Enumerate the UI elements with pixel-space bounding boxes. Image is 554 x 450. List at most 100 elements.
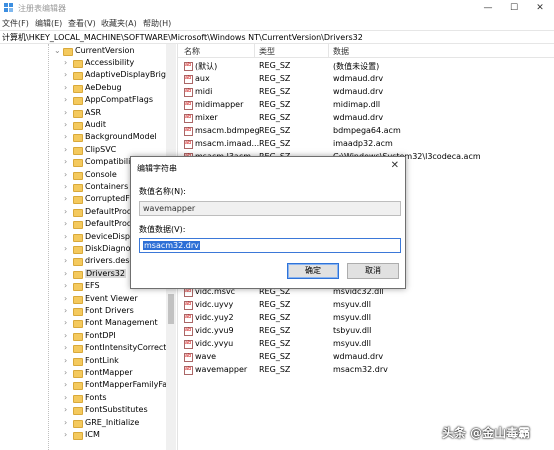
list-row[interactable]: wavemapper REG_SZ msacm32.drv (178, 364, 554, 377)
tree-item[interactable]: › ASR (0, 108, 166, 120)
chevron-right-icon[interactable]: › (64, 120, 67, 129)
string-value-icon (184, 288, 193, 297)
chevron-right-icon[interactable]: › (64, 281, 67, 290)
chevron-right-icon[interactable]: › (64, 368, 67, 377)
chevron-right-icon[interactable]: › (64, 269, 67, 278)
tree-item[interactable]: › ClipSVC (0, 145, 166, 157)
chevron-right-icon[interactable]: › (64, 232, 67, 241)
value-data-input[interactable]: msacm32.drv (139, 238, 401, 253)
tree-item[interactable]: › Font Drivers (0, 306, 166, 318)
chevron-right-icon[interactable]: › (64, 331, 67, 340)
column-type-header[interactable]: 类型 (259, 46, 275, 57)
tree-item[interactable]: › Font Management (0, 318, 166, 330)
ok-button[interactable]: 确定 (287, 263, 339, 279)
column-name-header[interactable]: 名称 (184, 46, 200, 57)
chevron-down-icon[interactable]: ⌄ (54, 46, 61, 55)
chevron-right-icon[interactable]: › (64, 132, 67, 141)
tree-item-label: Event Viewer (85, 293, 138, 303)
list-row[interactable]: vidc.uyvy REG_SZ msyuv.dll (178, 299, 554, 312)
menu-favorites[interactable]: 收藏夹(A) (101, 18, 137, 29)
minimize-icon[interactable]: — (475, 0, 501, 16)
tree-item[interactable]: › AeDebug (0, 83, 166, 95)
chevron-right-icon[interactable]: › (64, 170, 67, 179)
chevron-right-icon[interactable]: › (64, 108, 67, 117)
menu-help[interactable]: 帮助(H) (143, 18, 171, 29)
menu-file[interactable]: 文件(F) (2, 18, 29, 29)
chevron-right-icon[interactable]: › (64, 393, 67, 402)
value-name: (默认) (195, 62, 218, 71)
chevron-right-icon[interactable]: › (64, 405, 67, 414)
chevron-right-icon[interactable]: › (64, 294, 67, 303)
address-bar[interactable]: 计算机\HKEY_LOCAL_MACHINE\SOFTWARE\Microsof… (0, 30, 554, 44)
menu-edit[interactable]: 编辑(E) (35, 18, 62, 29)
chevron-right-icon[interactable]: › (64, 256, 67, 265)
tree-item[interactable]: › FontMapper (0, 368, 166, 380)
chevron-right-icon[interactable]: › (64, 182, 67, 191)
maximize-icon[interactable]: ☐ (501, 0, 527, 16)
value-name-text: wavemapper (143, 204, 196, 213)
tree-item[interactable]: › AppCompatFlags (0, 95, 166, 107)
list-row[interactable]: msacm.bdmpegREG_SZ bdmpega64.acm (178, 125, 554, 138)
list-row[interactable]: (默认) REG_SZ (数值未设置) (178, 60, 554, 73)
column-separator[interactable] (254, 44, 255, 58)
list-row[interactable]: mixer REG_SZ wdmaud.drv (178, 112, 554, 125)
list-row[interactable]: midi REG_SZ wdmaud.drv (178, 86, 554, 99)
chevron-right-icon[interactable]: › (64, 95, 67, 104)
tree-item[interactable]: › GRE_Initialize (0, 418, 166, 430)
tree-item[interactable]: › FontLink (0, 356, 166, 368)
tree-item[interactable]: › BackgroundModel (0, 132, 166, 144)
chevron-right-icon[interactable]: › (64, 70, 67, 79)
menu-view[interactable]: 查看(V) (68, 18, 96, 29)
chevron-right-icon[interactable]: › (64, 83, 67, 92)
regedit-icon (4, 3, 13, 12)
chevron-right-icon[interactable]: › (64, 418, 67, 427)
list-row[interactable]: aux REG_SZ wdmaud.drv (178, 73, 554, 86)
cancel-button[interactable]: 取消 (347, 263, 399, 279)
column-separator[interactable] (328, 44, 329, 58)
close-icon[interactable]: ✕ (527, 0, 553, 16)
list-row[interactable]: msacm.imaad...REG_SZ imaadp32.acm (178, 138, 554, 151)
chevron-right-icon[interactable]: › (64, 306, 67, 315)
chevron-right-icon[interactable]: › (64, 219, 67, 228)
tree-item-root[interactable]: ⌄ CurrentVersion (0, 46, 166, 58)
chevron-right-icon[interactable]: › (64, 343, 67, 352)
chevron-right-icon[interactable]: › (64, 318, 67, 327)
tree-item[interactable]: › Event Viewer (0, 294, 166, 306)
list-row[interactable]: vidc.yvyu REG_SZ msyuv.dll (178, 338, 554, 351)
tree-item[interactable]: › AdaptiveDisplayBright (0, 70, 174, 82)
list-header: 名称 类型 数据 (178, 44, 554, 58)
value-data: midimap.dll (333, 100, 381, 109)
value-name: vidc.uyvy (195, 300, 234, 309)
folder-icon (73, 196, 83, 205)
chevron-right-icon[interactable]: › (64, 207, 67, 216)
tree-item[interactable]: › FontSubstitutes (0, 405, 166, 417)
chevron-right-icon[interactable]: › (64, 430, 67, 439)
tree-item[interactable]: › FontDPI (0, 331, 166, 343)
list-row[interactable]: midimapper REG_SZ midimap.dll (178, 99, 554, 112)
chevron-right-icon[interactable]: › (64, 194, 67, 203)
address-path[interactable]: 计算机\HKEY_LOCAL_MACHINE\SOFTWARE\Microsof… (2, 32, 363, 43)
value-data: msyuv.dll (333, 300, 371, 309)
tree-item[interactable]: › FontIntensityCorrectio (0, 343, 174, 355)
chevron-right-icon[interactable]: › (64, 58, 67, 67)
tree-item[interactable]: › Fonts (0, 393, 166, 405)
close-icon[interactable]: ✕ (391, 160, 399, 171)
list-row[interactable]: vidc.yuy2 REG_SZ msyuv.dll (178, 312, 554, 325)
chevron-right-icon[interactable]: › (64, 145, 67, 154)
tree-item[interactable]: › Audit (0, 120, 166, 132)
column-data-header[interactable]: 数据 (333, 46, 349, 57)
watermark: 头条 @金山毒霸 (442, 426, 531, 440)
folder-icon (73, 233, 83, 242)
scrollbar-thumb[interactable] (168, 294, 174, 324)
chevron-right-icon[interactable]: › (64, 380, 67, 389)
chevron-right-icon[interactable]: › (64, 157, 67, 166)
tree-item[interactable]: › FontMapperFamilyFall (0, 380, 172, 392)
list-row[interactable]: vidc.yvu9 REG_SZ tsbyuv.dll (178, 325, 554, 338)
value-data-text[interactable]: msacm32.drv (143, 241, 200, 250)
tree-item[interactable]: › ICM (0, 430, 166, 442)
chevron-right-icon[interactable]: › (64, 356, 67, 365)
tree-item[interactable]: › Accessibility (0, 58, 166, 70)
string-value-icon (184, 140, 193, 149)
chevron-right-icon[interactable]: › (64, 244, 67, 253)
list-row[interactable]: wave REG_SZ wdmaud.drv (178, 351, 554, 364)
